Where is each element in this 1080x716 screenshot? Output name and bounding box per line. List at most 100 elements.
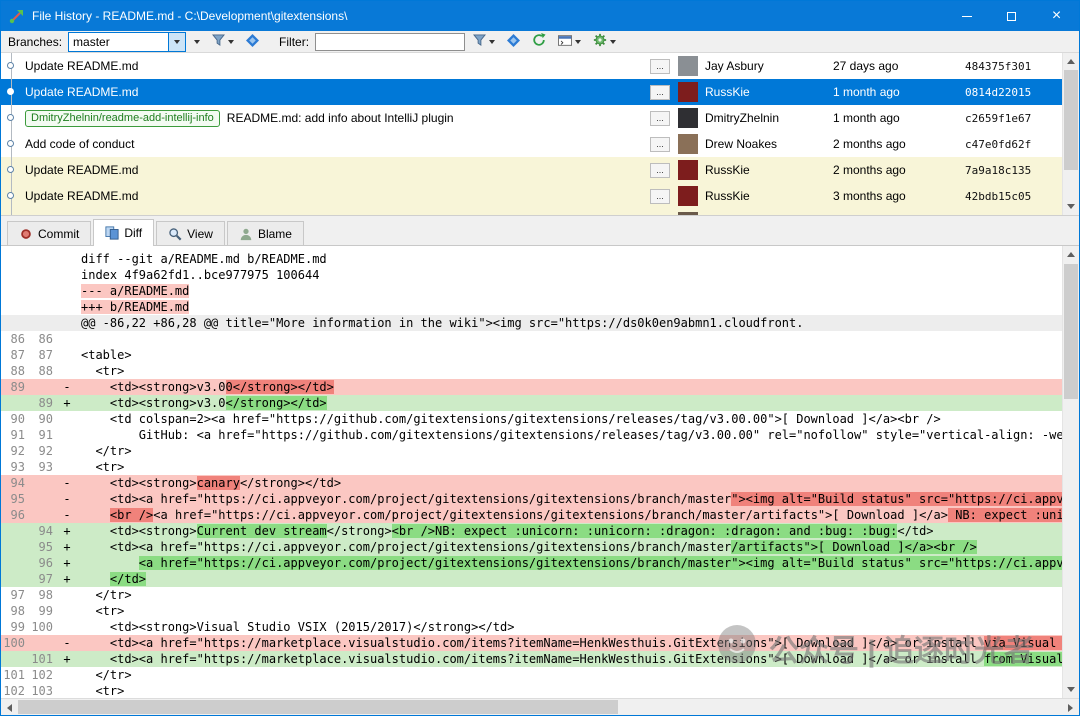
diff-marker: - bbox=[59, 635, 75, 651]
tab-label: Blame bbox=[258, 227, 292, 241]
diff-text: <tr> bbox=[75, 363, 1062, 379]
diff-word-highlight: from Visual Studio bbox=[984, 652, 1062, 666]
commit-date: 2 months ago bbox=[833, 137, 965, 151]
diff-word-highlight: 0</strong></td> bbox=[226, 380, 334, 394]
diff-segment: </strong> bbox=[327, 524, 392, 538]
line-number-old: 98 bbox=[3, 603, 31, 619]
graph-node-icon bbox=[7, 166, 14, 173]
diff-text bbox=[75, 331, 1062, 347]
scroll-left-button[interactable] bbox=[1, 699, 18, 716]
line-number-new: 103 bbox=[31, 683, 59, 698]
tab-diff[interactable]: Diff bbox=[93, 219, 154, 246]
line-number-old bbox=[3, 251, 31, 267]
close-button[interactable]: × bbox=[1034, 1, 1079, 31]
avatar bbox=[678, 212, 698, 215]
commit-actions-button[interactable]: ... bbox=[650, 163, 670, 178]
commit-row[interactable]: DmitryZhelnin/readme-add-intellij-infoRE… bbox=[1, 105, 1062, 131]
diff-line: 96+ <a href="https://ci.appveyor.com/pro… bbox=[1, 555, 1062, 571]
commit-actions-button[interactable]: ... bbox=[650, 59, 670, 74]
commit-message-cell: Add code of conduct bbox=[23, 137, 650, 151]
graph-node-icon bbox=[7, 192, 14, 199]
line-number-new: 95 bbox=[31, 539, 59, 555]
tab-view[interactable]: View bbox=[156, 221, 225, 245]
navigate-button[interactable] bbox=[503, 32, 524, 52]
commit-actions-button[interactable]: ... bbox=[650, 189, 670, 204]
diff-horizontal-scrollbar[interactable] bbox=[1, 698, 1079, 715]
diff-word-highlight: via Visual Studio bbox=[984, 636, 1062, 650]
branch-options-dropdown-button[interactable] bbox=[190, 32, 204, 52]
commit-row[interactable]: Update README.md...RussKie3 months ago42… bbox=[1, 183, 1062, 209]
diff-segment bbox=[81, 508, 110, 522]
blue-diamond-icon bbox=[507, 34, 520, 50]
commit-row[interactable]: Update README.md...RussKie1 month ago081… bbox=[1, 79, 1062, 105]
refresh-button[interactable] bbox=[528, 32, 550, 52]
diff-line: 89+ <td><strong>v3.0</strong></td> bbox=[1, 395, 1062, 411]
diff-vertical-scrollbar[interactable] bbox=[1062, 246, 1079, 698]
diff-line: 102103 <tr> bbox=[1, 683, 1062, 698]
scroll-down-button[interactable] bbox=[1062, 681, 1079, 698]
diff-marker bbox=[59, 459, 75, 475]
commit-list-scrollbar[interactable] bbox=[1062, 53, 1079, 215]
compare-button[interactable] bbox=[242, 32, 263, 52]
diff-text: GitHub: <a href="https://github.com/gite… bbox=[75, 427, 1062, 443]
console-button[interactable] bbox=[554, 32, 585, 52]
line-number-old bbox=[3, 523, 31, 539]
diff-content[interactable]: diff --git a/README.md b/README.mdindex … bbox=[1, 246, 1062, 698]
scroll-right-button[interactable] bbox=[1062, 699, 1079, 716]
diff-segment: <tr> bbox=[81, 460, 124, 474]
scrollbar-thumb[interactable] bbox=[1064, 264, 1078, 399]
minimize-button[interactable] bbox=[944, 1, 989, 31]
scrollbar-thumb[interactable] bbox=[18, 700, 618, 714]
diff-marker bbox=[59, 331, 75, 347]
scrollbar-thumb[interactable] bbox=[1064, 70, 1078, 170]
branch-combobox[interactable]: master bbox=[68, 32, 186, 52]
avatar bbox=[678, 134, 698, 154]
line-number-old: 93 bbox=[3, 459, 31, 475]
funnel-icon bbox=[212, 34, 225, 50]
commit-hash: 7a9a18c135 bbox=[965, 164, 1045, 177]
commit-actions-button[interactable]: ... bbox=[650, 111, 670, 126]
message-filter-button[interactable] bbox=[469, 32, 499, 52]
commit-actions-button[interactable]: ... bbox=[650, 137, 670, 152]
commit-message-cell: Update README.md bbox=[23, 163, 650, 177]
branch-filter-button[interactable] bbox=[208, 32, 238, 52]
line-number-old: 100 bbox=[3, 635, 31, 651]
scroll-down-button[interactable] bbox=[1062, 198, 1079, 215]
diff-text: <table> bbox=[75, 347, 1062, 363]
commit-list: Update README.md... Jay Asbury27 days ago… bbox=[1, 53, 1079, 216]
diff-text: <td><strong>v3.0</strong></td> bbox=[75, 395, 1062, 411]
chevron-down-icon[interactable] bbox=[168, 33, 185, 51]
line-number-old: 101 bbox=[3, 667, 31, 683]
diff-text: <br /><a href="https://ci.appveyor.com/p… bbox=[75, 507, 1062, 523]
commit-date: 27 days ago bbox=[833, 59, 965, 73]
commit-actions-button[interactable]: ... bbox=[650, 85, 670, 100]
scroll-up-button[interactable] bbox=[1062, 53, 1079, 70]
diff-text: --- a/README.md bbox=[75, 283, 1062, 299]
commit-row[interactable]: Update README.md...RussKie2 months ago7a… bbox=[1, 157, 1062, 183]
commit-date: 2 months ago bbox=[833, 163, 965, 177]
tab-blame[interactable]: Blame bbox=[227, 221, 304, 245]
diff-text: +++ b/README.md bbox=[75, 299, 1062, 315]
commit-author: Jay Asbury bbox=[705, 59, 833, 73]
diff-word-highlight: <br />NB: expect :unicorn: :unicorn: :dr… bbox=[392, 524, 898, 538]
maximize-button[interactable] bbox=[989, 1, 1034, 31]
diff-text: </td> bbox=[75, 571, 1062, 587]
diff-view: diff --git a/README.md b/README.mdindex … bbox=[1, 246, 1079, 698]
commit-row[interactable]: Add code of conduct...Drew Noakes2 month… bbox=[1, 131, 1062, 157]
diff-line: @@ -86,22 +86,28 @@ title="More informat… bbox=[1, 315, 1062, 331]
line-number-old bbox=[3, 315, 31, 331]
settings-button[interactable] bbox=[589, 32, 620, 52]
diff-file-text: +++ b/README.md bbox=[81, 300, 189, 314]
tab-commit[interactable]: Commit bbox=[7, 221, 91, 245]
diff-text: diff --git a/README.md b/README.md bbox=[75, 251, 1062, 267]
line-number-new bbox=[31, 379, 59, 395]
commit-row[interactable]: Update README.md...Jay Asbury27 days ago… bbox=[1, 53, 1062, 79]
diff-text: <a href="https://ci.appveyor.com/project… bbox=[75, 555, 1062, 571]
filter-input[interactable] bbox=[315, 33, 465, 51]
commit-row[interactable] bbox=[1, 209, 1062, 215]
diff-word-highlight: canary bbox=[197, 476, 240, 490]
scroll-up-button[interactable] bbox=[1062, 246, 1079, 263]
line-number-old bbox=[3, 267, 31, 283]
line-number-new: 97 bbox=[31, 571, 59, 587]
window-title: File History - README.md - C:\Developmen… bbox=[32, 9, 944, 23]
